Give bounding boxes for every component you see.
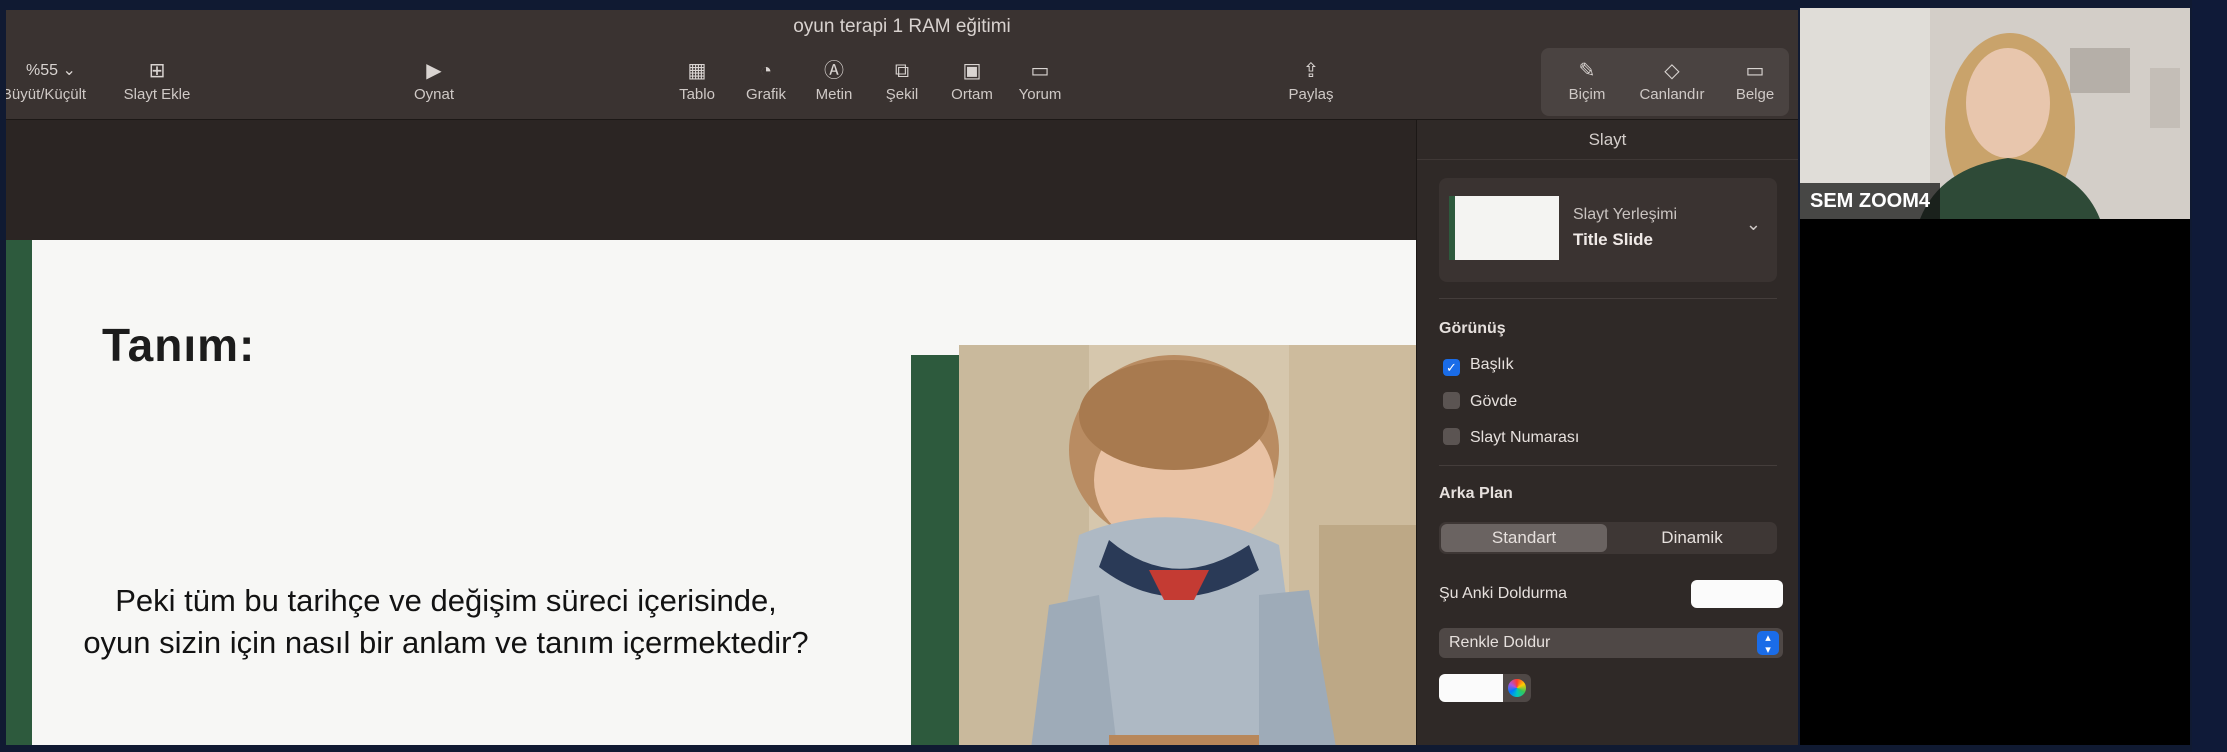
comment-label: Yorum <box>1018 86 1062 103</box>
document-label: Belge <box>1735 86 1775 103</box>
play-label: Oynat <box>413 86 455 103</box>
play-icon: ▶ <box>426 60 442 82</box>
divider <box>1439 465 1777 466</box>
animate-tab[interactable]: ◇ Canlandır <box>1630 56 1714 103</box>
plus-square-icon: ⊞ <box>148 60 166 82</box>
background-segmented-control: Standart Dinamik <box>1439 522 1777 554</box>
checkbox-box[interactable] <box>1443 392 1460 409</box>
color-well[interactable] <box>1439 674 1503 702</box>
zoom-value: %55 <box>26 62 59 79</box>
checkbox-label: Slayt Numarası <box>1470 429 1580 446</box>
diamond-icon: ◇ <box>1664 60 1680 82</box>
share-icon: ⇪ <box>1302 60 1320 82</box>
chart-icon: ◔ <box>759 60 773 82</box>
window-edge <box>2192 0 2227 752</box>
table-icon: ▦ <box>687 60 707 82</box>
shape-icon: ⧉ <box>894 60 910 82</box>
slide-layout-selector[interactable]: Slayt Yerleşimi Title Slide ⌄ <box>1439 178 1777 282</box>
background-title: Arka Plan <box>1439 485 1513 502</box>
shape-label: Şekil <box>885 86 919 103</box>
child-photo[interactable] <box>959 345 1416 745</box>
participant-video[interactable]: SEM ZOOM4 <box>1800 8 2190 219</box>
table-button[interactable]: ▦ Tablo <box>670 56 724 103</box>
play-button[interactable]: ▶ Oynat <box>404 56 464 103</box>
checkmark-icon[interactable]: ✓ <box>1443 359 1460 376</box>
slide-canvas[interactable]: Tanım: Peki tüm bu tarihçe ve değişim sü… <box>6 120 1416 745</box>
updown-chevron-icon: ▴ ▾ <box>1757 631 1779 656</box>
color-picker-button[interactable] <box>1503 674 1531 702</box>
chart-button[interactable]: ◔ Grafik <box>736 56 796 103</box>
keynote-window: oyun terapi 1 RAM eğitimi %55 ⌄ Büyüt/Kü… <box>6 10 1798 745</box>
current-fill-label: Şu Anki Doldurma <box>1439 585 1568 602</box>
layout-value: Title Slide <box>1573 230 1653 249</box>
segment-standard[interactable]: Standart <box>1441 524 1607 552</box>
zoom-label: Büyüt/Küçült <box>6 86 87 103</box>
format-tab[interactable]: ✎ Biçim <box>1556 56 1618 103</box>
child-photo-illustration <box>959 345 1416 745</box>
fill-type-value: Renkle Doldur <box>1449 634 1551 651</box>
color-wheel-icon <box>1508 679 1526 697</box>
current-fill-swatch[interactable] <box>1691 580 1783 608</box>
image-icon: ▣ <box>962 60 982 82</box>
checkbox-label: Gövde <box>1470 393 1518 410</box>
add-slide-button[interactable]: ⊞ Slayt Ekle <box>112 56 202 103</box>
paintbrush-icon: ✎ <box>1578 60 1596 82</box>
inspector-header: Slayt <box>1417 120 1798 160</box>
divider <box>1439 298 1777 299</box>
media-button[interactable]: ▣ Ortam <box>942 56 1002 103</box>
slide-body-line: Peki tüm bu tarihçe ve değişim süreci iç… <box>115 583 777 618</box>
toolbar: %55 ⌄ Büyüt/Küçült ⊞ Slayt Ekle ▶ Oynat … <box>6 44 1798 120</box>
participant-name-tag: SEM ZOOM4 <box>1800 183 1941 219</box>
window-title: oyun terapi 1 RAM eğitimi <box>6 10 1798 44</box>
layout-label: Slayt Yerleşimi <box>1573 206 1678 223</box>
layout-thumbnail <box>1449 196 1559 260</box>
fill-type-select[interactable]: Renkle Doldur ▴ ▾ <box>1439 628 1783 658</box>
format-label: Biçim <box>1568 86 1606 103</box>
checkbox-body[interactable]: Gövde <box>1443 392 1517 411</box>
checkbox-title[interactable]: ✓ Başlık <box>1443 356 1514 376</box>
text-label: Metin <box>815 86 853 103</box>
table-label: Tablo <box>679 86 715 103</box>
video-empty-area <box>1800 219 2190 745</box>
checkbox-box[interactable] <box>1443 428 1460 445</box>
chevron-down-icon: ⌄ <box>1745 214 1761 234</box>
zoom-dropdown[interactable]: %55 ⌄ <box>6 56 96 86</box>
checkbox-slide-number[interactable]: Slayt Numarası <box>1443 428 1579 447</box>
add-slide-label: Slayt Ekle <box>123 86 191 103</box>
photo-accent-bar <box>911 355 959 745</box>
zoom-control[interactable]: %55 ⌄ Büyüt/Küçült <box>6 56 96 103</box>
document-tab[interactable]: ▭ Belge <box>1724 56 1786 103</box>
slide-body-text[interactable]: Peki tüm bu tarihçe ve değişim süreci iç… <box>66 580 826 664</box>
slide[interactable]: Tanım: Peki tüm bu tarihçe ve değişim sü… <box>6 240 1416 745</box>
comment-button[interactable]: ▭ Yorum <box>1010 56 1070 103</box>
text-button[interactable]: Ⓐ Metin <box>806 56 862 103</box>
document-icon: ▭ <box>1745 60 1765 82</box>
comment-icon: ▭ <box>1030 60 1050 82</box>
slide-accent-bar <box>6 240 32 745</box>
share-button[interactable]: ⇪ Paylaş <box>1276 56 1346 103</box>
share-label: Paylaş <box>1288 86 1334 103</box>
slide-title[interactable]: Tanım: <box>102 318 255 372</box>
text-box-icon: Ⓐ <box>824 60 844 82</box>
chart-label: Grafik <box>745 86 786 103</box>
appearance-title: Görünüş <box>1439 320 1506 337</box>
chevron-down-icon: ⌄ <box>62 62 76 79</box>
slide-body-line: oyun sizin için nasıl bir anlam ve tanım… <box>83 625 809 660</box>
inspector-panel: Slayt Slayt Yerleşimi Title Slide ⌄ Görü… <box>1416 120 1798 745</box>
shape-button[interactable]: ⧉ Şekil <box>874 56 930 103</box>
segment-dynamic[interactable]: Dinamik <box>1609 524 1775 552</box>
screen-frame: oyun terapi 1 RAM eğitimi %55 ⌄ Büyüt/Kü… <box>0 0 2227 752</box>
animate-label: Canlandır <box>1639 86 1705 103</box>
media-label: Ortam <box>951 86 993 103</box>
checkbox-label: Başlık <box>1470 356 1514 373</box>
